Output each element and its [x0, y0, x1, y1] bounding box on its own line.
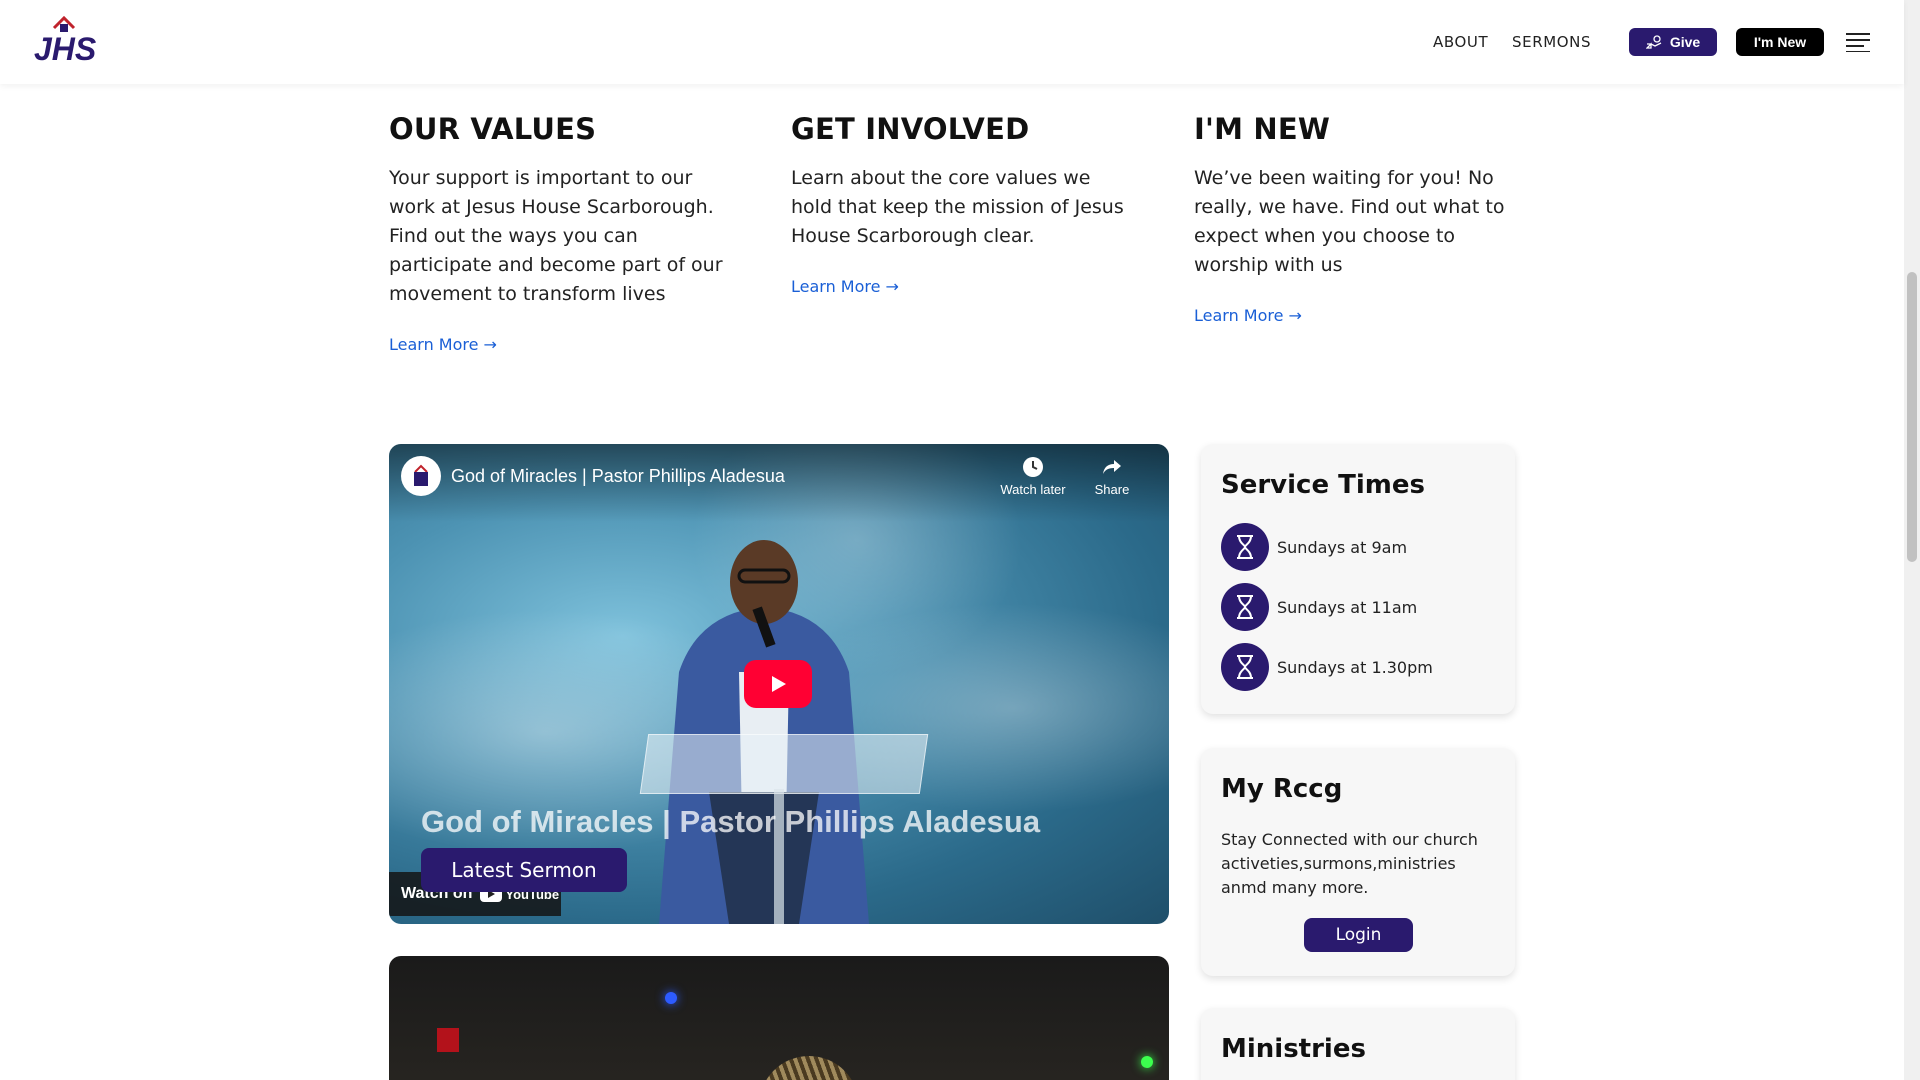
nav-about[interactable]: ABOUT [1433, 33, 1488, 51]
my-rccg-card: My Rccg Stay Connected with our church a… [1201, 748, 1515, 976]
ministries-card: Ministries [1201, 1008, 1515, 1080]
get-involved-body: Learn about the core values we hold that… [791, 167, 1124, 247]
im-new-section: I'M NEW We’ve been waiting for you! No r… [1194, 112, 1534, 326]
logo-text: JHS [34, 31, 96, 64]
hourglass-icon [1221, 643, 1269, 691]
jhs-logo[interactable]: JHS [32, 14, 97, 67]
ministries-title: Ministries [1221, 1034, 1366, 1064]
site-header: JHS ABOUT SERMONS Give I'm New [0, 0, 1904, 84]
service-time-item: Sundays at 9am [1221, 522, 1407, 572]
im-new-body: We’ve been waiting for you! No really, w… [1194, 167, 1505, 276]
my-rccg-text: Stay Connected with our church activetie… [1221, 830, 1478, 897]
glass-podium [639, 734, 929, 794]
stage-light-green [1141, 1056, 1153, 1068]
clock-icon [1023, 457, 1043, 477]
im-new-learn-more-link[interactable]: Learn More → [1194, 306, 1302, 325]
worship-photo [389, 956, 1169, 1080]
service-times-card: Service Times Sundays at 9am Sundays at … [1201, 444, 1515, 714]
get-involved-section: GET INVOLVED Learn about the core values… [791, 112, 1131, 297]
video-overlay-title: God of Miracles | Pastor Phillips Alades… [421, 804, 1041, 839]
give-label: Give [1669, 34, 1701, 50]
hourglass-icon [1221, 523, 1269, 571]
watch-later-button[interactable]: Watch later [993, 456, 1073, 497]
service-time-item: Sundays at 11am [1221, 582, 1417, 632]
latest-sermon-button[interactable]: Latest Sermon [421, 848, 627, 892]
share-label: Share [1094, 482, 1130, 497]
our-values-section: OUR VALUES Your support is important to … [389, 112, 729, 355]
hourglass-icon [1221, 583, 1269, 631]
hamburger-menu-icon[interactable] [1846, 32, 1870, 52]
our-values-body: Your support is important to our work at… [389, 167, 723, 305]
stage-light-blue [665, 992, 677, 1004]
service-time-label: Sundays at 11am [1277, 597, 1418, 617]
share-icon [1103, 460, 1121, 474]
service-time-label: Sundays at 9am [1277, 537, 1408, 557]
service-time-label: Sundays at 1.30pm [1277, 657, 1433, 677]
share-button[interactable]: Share [1072, 456, 1152, 497]
service-time-item: Sundays at 1.30pm [1221, 642, 1433, 692]
get-involved-learn-more-link[interactable]: Learn More → [791, 277, 899, 296]
give-button[interactable]: Give [1629, 28, 1717, 56]
video-title[interactable]: God of Miracles | Pastor Phillips Alades… [451, 466, 785, 487]
our-values-learn-more-link[interactable]: Learn More → [389, 335, 497, 354]
service-times-title: Service Times [1221, 470, 1425, 500]
play-button[interactable] [744, 660, 812, 708]
channel-avatar[interactable] [401, 456, 441, 496]
get-involved-title: GET INVOLVED [791, 112, 1030, 146]
scrollbar-thumb[interactable] [1907, 272, 1917, 562]
im-new-title: I'M NEW [1194, 112, 1331, 146]
im-new-button[interactable]: I'm New [1736, 28, 1824, 56]
person-head [759, 1056, 859, 1080]
watch-later-label: Watch later [1000, 482, 1066, 497]
my-rccg-title: My Rccg [1221, 774, 1343, 804]
our-values-title: OUR VALUES [389, 112, 597, 146]
play-icon [772, 676, 786, 692]
login-button[interactable]: Login [1304, 918, 1413, 952]
pastor-figure [659, 540, 869, 924]
exit-sign [437, 1028, 459, 1052]
giving-hand-icon [1645, 35, 1662, 49]
sermon-video-embed[interactable]: God of Miracles | Pastor Phillips Alades… [389, 444, 1169, 924]
nav-sermons[interactable]: SERMONS [1512, 33, 1591, 51]
